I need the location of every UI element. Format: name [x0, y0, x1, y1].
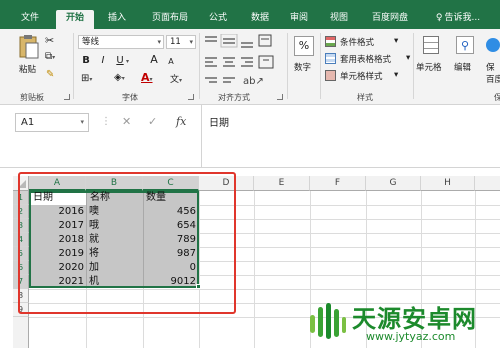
underline-button[interactable]: U [114, 55, 126, 67]
watermark: 天源安卓网 www.jytyaz.com [300, 293, 500, 348]
column-header-h[interactable]: H [421, 176, 475, 191]
chevron-down-icon: ▾ [394, 36, 399, 46]
underline-dropdown-icon[interactable]: ▾ [126, 56, 129, 66]
tab-insert[interactable]: 插入 [100, 10, 134, 29]
number-label: 数字 [294, 63, 312, 73]
column-header-partial[interactable] [475, 176, 500, 191]
name-box-value: A1 [21, 117, 35, 128]
format-as-table-button[interactable]: 套用表格格式 ▾ [325, 53, 415, 66]
clipboard-group-label: 剪贴板 [20, 93, 44, 102]
tab-data[interactable]: 数据 [244, 10, 276, 29]
font-color-icon[interactable]: A▾ [141, 71, 153, 84]
watermark-title: 天源安卓网 [352, 305, 477, 333]
format-painter-icon[interactable]: ✎ [46, 69, 54, 80]
styles-group-label: 样式 [357, 93, 373, 102]
tell-me-search[interactable]: ♀ 告诉我... [428, 10, 488, 29]
baidu-label-2: 百度 [486, 75, 500, 85]
font-size-select[interactable]: 11 ▾ [166, 35, 196, 49]
name-box[interactable]: A1 ▾ [15, 113, 89, 132]
tab-review[interactable]: 审阅 [284, 10, 314, 29]
baidu-group-label: 保 [494, 93, 500, 102]
chevron-down-icon: ▾ [157, 38, 161, 46]
cell-styles-icon [325, 70, 336, 81]
tab-page-layout[interactable]: 页面布局 [142, 10, 198, 29]
tab-file[interactable]: 文件 [12, 10, 48, 29]
baidu-label-1: 保 [486, 63, 495, 73]
paste-icon [19, 35, 39, 59]
lightbulb-icon: ♀ [435, 13, 443, 23]
shrink-font-button[interactable]: A [165, 56, 177, 68]
formula-bar: A1 ▾ ⋮ ✕ ✓ fx 日期 [0, 105, 500, 167]
italic-button[interactable]: I [97, 55, 109, 67]
confirm-icon[interactable]: ✓ [148, 115, 157, 128]
font-name-select[interactable]: 等线 ▾ [78, 35, 164, 49]
column-header-f[interactable]: F [310, 176, 366, 191]
baidu-cloud-icon [486, 38, 500, 52]
column-header-e[interactable]: E [254, 176, 310, 191]
format-as-table-label: 套用表格格式 [340, 55, 392, 65]
percent-icon: % [294, 36, 314, 56]
watermark-url: www.jytyaz.com [366, 330, 456, 343]
chevron-down-icon: ▾ [189, 38, 193, 46]
group-divider [320, 33, 321, 99]
alignment-icons[interactable]: ab↗ [203, 34, 283, 88]
paste-button[interactable]: 粘贴 [17, 34, 41, 80]
cells-button[interactable]: 单元格 [416, 34, 446, 90]
tell-me-label: 告诉我... [444, 13, 481, 23]
drag-handle-icon[interactable]: ⋮ [101, 116, 111, 127]
watermark-logo-icon [310, 303, 346, 339]
chevron-down-icon: ▾ [394, 70, 399, 80]
tab-view[interactable]: 视图 [324, 10, 354, 29]
table-icon [325, 53, 336, 64]
cancel-icon[interactable]: ✕ [122, 115, 131, 128]
formula-buttons: ✕ ✓ fx [112, 113, 200, 132]
group-divider [73, 33, 74, 99]
cell-styles-button[interactable]: 单元格样式 ▾ [325, 70, 415, 83]
svg-text:ab↗: ab↗ [243, 76, 264, 87]
editing-button[interactable]: ⚲ 编辑 [452, 34, 478, 90]
font-size-value: 11 [170, 37, 181, 47]
font-name-value: 等线 [82, 37, 100, 47]
alignment-launcher-icon[interactable] [277, 94, 283, 100]
conditional-formatting-label: 条件格式 [340, 38, 375, 48]
tab-home[interactable]: 开始 [56, 10, 94, 29]
copy-icon[interactable]: ⧉▾ [45, 51, 55, 62]
group-divider [199, 33, 200, 99]
paste-label: 粘贴 [19, 65, 37, 75]
magnifier-icon: ⚲ [456, 36, 474, 54]
chevron-down-icon: ▾ [80, 118, 84, 126]
cells-label: 单元格 [416, 63, 442, 73]
fill-color-icon[interactable]: ◈▾ [114, 72, 125, 83]
tab-baidu-netdisk[interactable]: 百度网盘 [363, 10, 417, 29]
border-icon[interactable]: ⊞▾ [81, 73, 92, 84]
font-launcher-icon[interactable] [188, 94, 194, 100]
conditional-formatting-button[interactable]: 条件格式 ▾ [325, 36, 415, 49]
phonetic-icon[interactable]: 文▾ [170, 72, 182, 85]
number-format-button[interactable]: % 数字 [291, 34, 317, 90]
alignment-group-label: 对齐方式 [218, 93, 250, 102]
cell-styles-label: 单元格样式 [340, 72, 383, 82]
formula-input[interactable]: 日期 [201, 105, 500, 167]
cut-icon[interactable]: ✂ [45, 34, 54, 47]
tab-formulas[interactable]: 公式 [202, 10, 234, 29]
chevron-down-icon: ▾ [406, 53, 411, 63]
column-header-g[interactable]: G [366, 176, 421, 191]
ribbon: 粘贴 ✂ ⧉▾ ✎ 剪贴板 等线 ▾ 11 ▾ B I U ▾ A A ⊞▾ ◈… [0, 29, 500, 105]
baidu-save-button[interactable]: 保 百度 [484, 34, 500, 90]
gridline [254, 191, 255, 348]
grow-font-button[interactable]: A [148, 54, 160, 66]
formula-value: 日期 [209, 118, 229, 129]
annotation-highlight-box [18, 172, 236, 314]
group-divider [287, 33, 288, 99]
cells-icon [423, 36, 439, 54]
bold-button[interactable]: B [80, 55, 92, 67]
row-header-blank [13, 317, 29, 348]
insert-function-icon[interactable]: fx [176, 115, 186, 128]
clipboard-launcher-icon[interactable] [64, 94, 70, 100]
group-divider [413, 33, 414, 99]
editing-label: 编辑 [454, 63, 472, 73]
ribbon-tab-bar: 文件 开始 插入 页面布局 公式 数据 审阅 视图 百度网盘 ♀ 告诉我... [0, 0, 500, 29]
conditional-formatting-icon [325, 36, 336, 47]
font-group-label: 字体 [122, 93, 138, 102]
